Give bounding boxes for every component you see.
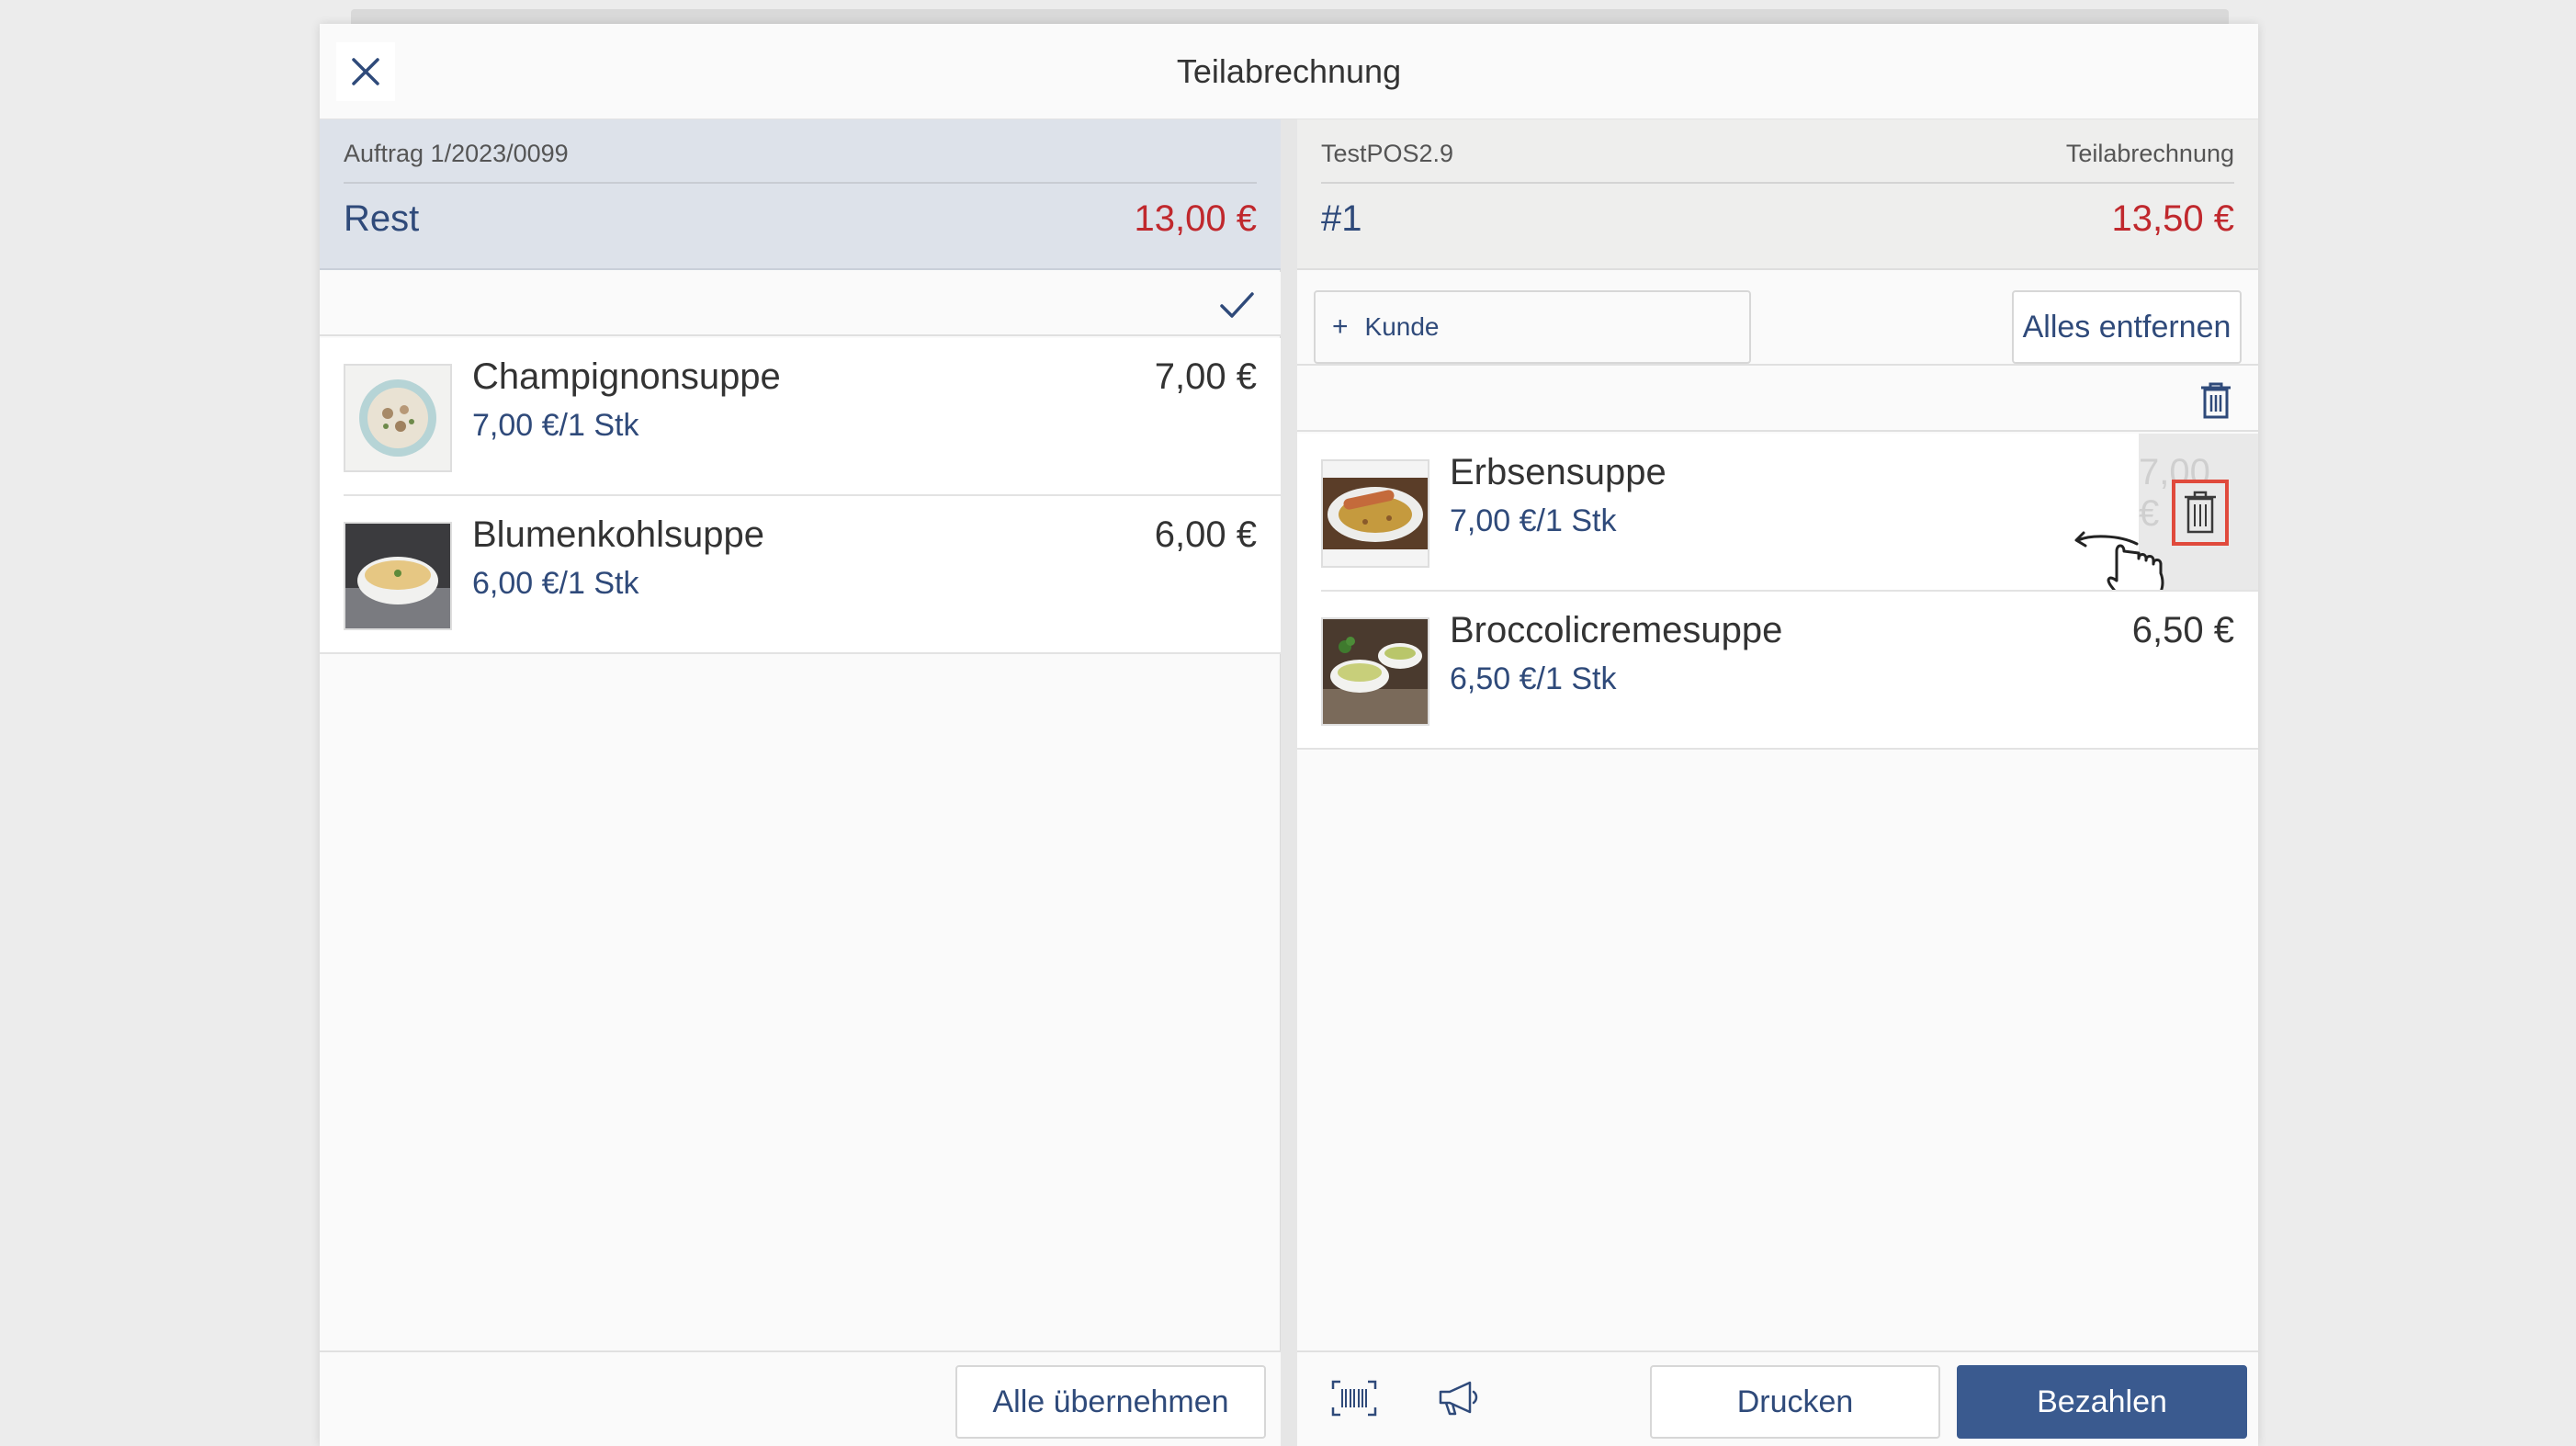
announce-button[interactable] <box>1429 1369 1488 1428</box>
item-name: Blumenkohlsuppe <box>472 514 764 555</box>
item-price: 7,00 € <box>1154 356 1257 397</box>
remaining-panel: Auftrag 1/2023/0099 Rest 13,00 € Champig… <box>320 119 1281 1446</box>
take-all-button[interactable]: Alle übernehmen <box>955 1365 1266 1439</box>
item-name: Champignonsuppe <box>472 356 781 397</box>
barcode-icon <box>1331 1380 1377 1417</box>
select-all-row <box>320 272 1281 336</box>
dialog-title: Teilabrechnung <box>1176 52 1402 90</box>
item-unit-price: 6,50 €/1 Stk <box>1450 661 1617 696</box>
item-price: 6,00 € <box>1154 514 1257 555</box>
remaining-footer: Alle übernehmen <box>320 1350 1281 1446</box>
item-name: Erbsensuppe <box>1450 452 1666 492</box>
remove-all-button[interactable]: Alles entfernen <box>2012 290 2242 364</box>
swipe-delete-button[interactable] <box>2172 480 2229 546</box>
soup-bowl-image <box>1323 461 1428 566</box>
item-thumbnail <box>344 364 452 472</box>
soup-bowl-image <box>1323 619 1428 724</box>
list-item[interactable]: Erbsensuppe 7,00 €/1 Stk 7,00 € <box>1297 434 2258 604</box>
item-unit-price: 7,00 €/1 Stk <box>472 408 639 443</box>
order-number: Auftrag 1/2023/0099 <box>344 140 569 167</box>
split-total: 13,50 € <box>2111 198 2234 239</box>
split-panel: TestPOS2.9 Teilabrechnung #1 13,50 € + K… <box>1297 119 2258 1446</box>
split-bill-dialog: Teilabrechnung Auftrag 1/2023/0099 Rest … <box>320 24 2258 1446</box>
close-icon <box>352 58 379 85</box>
add-customer-label: Kunde <box>1364 312 1440 341</box>
check-icon[interactable] <box>1215 283 1259 327</box>
close-button[interactable] <box>336 42 395 101</box>
soup-bowl-image <box>345 524 450 628</box>
item-divider <box>1297 748 2258 750</box>
delete-row <box>1297 367 2258 432</box>
list-item[interactable]: Champignonsuppe 7,00 €/1 Stk 7,00 € <box>320 338 1281 496</box>
split-header: TestPOS2.9 Teilabrechnung #1 13,50 € <box>1297 119 2258 270</box>
remaining-total: 13,00 € <box>1134 198 1257 239</box>
trash-icon[interactable] <box>2198 380 2234 421</box>
list-item[interactable]: Broccolicremesuppe 6,50 €/1 Stk 6,50 € <box>1297 592 2258 750</box>
item-thumbnail <box>344 522 452 630</box>
megaphone-icon <box>1439 1381 1478 1416</box>
pay-button[interactable]: Bezahlen <box>1957 1365 2247 1439</box>
panel-divider <box>1281 119 1297 1446</box>
trash-icon <box>2185 491 2216 534</box>
item-thumbnail <box>1321 617 1429 726</box>
add-customer-button[interactable]: + Kunde <box>1314 290 1751 364</box>
item-thumbnail <box>1321 459 1429 568</box>
item-price: 6,50 € <box>2131 610 2234 650</box>
mode-label: Teilabrechnung <box>2065 140 2234 167</box>
header-rule <box>344 182 1257 184</box>
barcode-button[interactable] <box>1325 1369 1384 1428</box>
split-footer: Drucken Bezahlen <box>1297 1350 2258 1446</box>
item-divider <box>320 652 1281 654</box>
remaining-header: Auftrag 1/2023/0099 Rest 13,00 € <box>320 119 1281 270</box>
item-unit-price: 7,00 €/1 Stk <box>1450 503 1617 538</box>
header-rule <box>1321 182 2234 184</box>
item-unit-price: 6,00 €/1 Stk <box>472 566 639 601</box>
plus-icon: + <box>1332 311 1349 342</box>
remaining-name: Rest <box>344 198 420 239</box>
split-name: #1 <box>1321 198 1362 239</box>
register-name: TestPOS2.9 <box>1321 140 1454 167</box>
list-item[interactable]: Blumenkohlsuppe 6,00 €/1 Stk 6,00 € <box>320 496 1281 654</box>
dialog-header: Teilabrechnung <box>320 24 2258 119</box>
item-name: Broccolicremesuppe <box>1450 610 1783 650</box>
print-button[interactable]: Drucken <box>1650 1365 1940 1439</box>
soup-bowl-image <box>345 366 450 470</box>
